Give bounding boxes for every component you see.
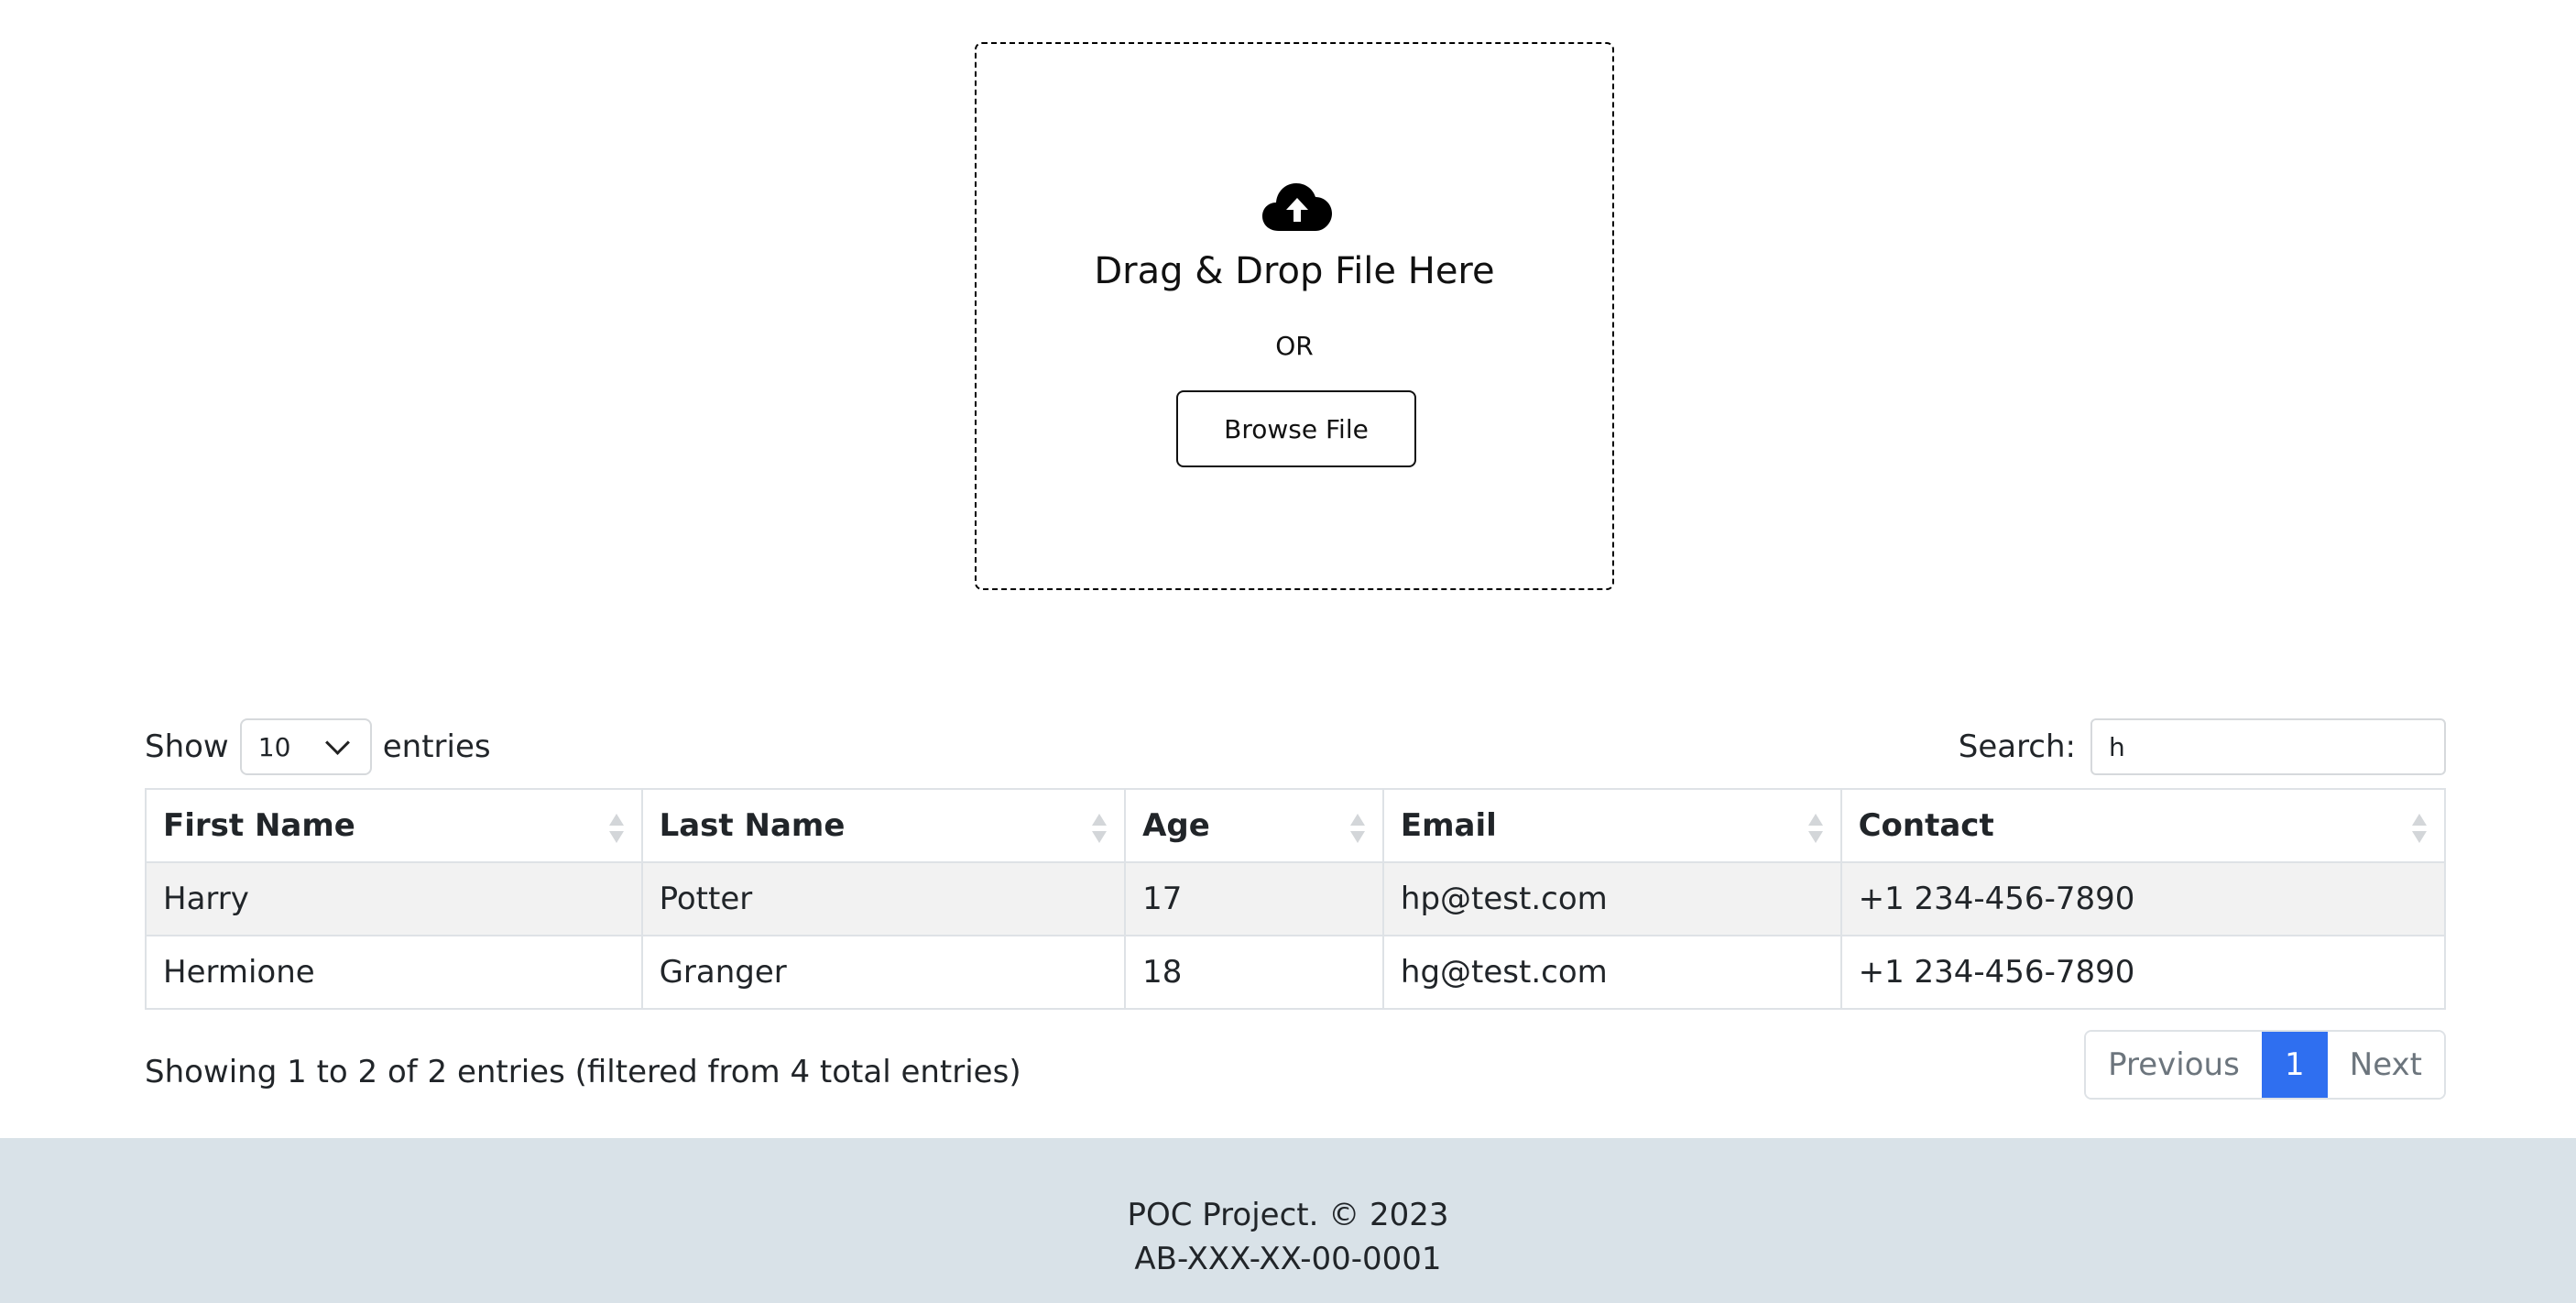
- column-header-label: Age: [1142, 807, 1210, 844]
- entries-label: entries: [382, 728, 491, 765]
- table-row: Harry Potter 17 hp@test.com +1 234-456-7…: [145, 861, 2447, 936]
- footer: POC Project. © 2023 AB-XXX-XX-00-0001: [0, 1138, 2576, 1303]
- sort-icon: [1092, 814, 1108, 843]
- cell-last-name: Granger: [640, 935, 1127, 1010]
- sort-icon: [2412, 814, 2427, 843]
- cell-contact: +1 234-456-7890: [1839, 935, 2447, 1010]
- dropzone-or-text: OR: [1275, 331, 1314, 361]
- search-input[interactable]: [2090, 718, 2446, 775]
- page-length-control: Show 10 entries: [145, 718, 491, 775]
- browse-file-button[interactable]: Browse File: [1176, 390, 1416, 467]
- column-header-email[interactable]: Email: [1381, 788, 1842, 863]
- cell-first-name: Harry: [145, 861, 643, 936]
- column-header-label: First Name: [163, 807, 355, 844]
- column-header-label: Email: [1400, 807, 1497, 844]
- sort-icon: [1349, 814, 1365, 843]
- next-page-button[interactable]: Next: [2327, 1032, 2444, 1098]
- table-row: Hermione Granger 18 hg@test.com +1 234-4…: [145, 935, 2447, 1010]
- dropzone-title: Drag & Drop File Here: [1094, 250, 1495, 292]
- cell-last-name: Potter: [640, 861, 1127, 936]
- search-label: Search:: [1958, 728, 2076, 765]
- column-header-label: Last Name: [659, 807, 846, 844]
- data-table: First Name Last Name Age Email Contact H…: [145, 788, 2447, 1010]
- footer-copyright: POC Project. © 2023: [1127, 1197, 1449, 1233]
- cell-email: hp@test.com: [1381, 861, 1842, 936]
- page: Drag & Drop File Here OR Browse File Sho…: [0, 0, 2576, 1303]
- page-length-select[interactable]: 10: [239, 718, 372, 775]
- chevron-down-icon: [324, 729, 350, 755]
- column-header-last-name[interactable]: Last Name: [640, 788, 1127, 863]
- pagination: Previous 1 Next: [2084, 1030, 2446, 1100]
- cell-first-name: Hermione: [145, 935, 643, 1010]
- column-header-label: Contact: [1858, 807, 1994, 844]
- table-header-row: First Name Last Name Age Email Contact: [145, 788, 2447, 863]
- column-header-age[interactable]: Age: [1124, 788, 1384, 863]
- cell-email: hg@test.com: [1381, 935, 1842, 1010]
- show-label: Show: [145, 728, 229, 765]
- sort-icon: [1807, 814, 1823, 843]
- column-header-first-name[interactable]: First Name: [145, 788, 643, 863]
- cell-age: 17: [1124, 861, 1384, 936]
- cell-contact: +1 234-456-7890: [1839, 861, 2447, 936]
- footer-code: AB-XXX-XX-00-0001: [1134, 1241, 1442, 1277]
- cell-age: 18: [1124, 935, 1384, 1010]
- table-search: Search:: [1959, 718, 2446, 775]
- table-info: Showing 1 to 2 of 2 entries (filtered fr…: [145, 1054, 1021, 1090]
- page-1-button[interactable]: 1: [2261, 1032, 2328, 1098]
- cloud-upload-icon: [1262, 183, 1332, 231]
- sort-icon: [608, 814, 624, 843]
- page-length-value: 10: [257, 731, 291, 762]
- file-dropzone[interactable]: Drag & Drop File Here OR Browse File: [975, 42, 1614, 590]
- column-header-contact[interactable]: Contact: [1839, 788, 2447, 863]
- previous-page-button[interactable]: Previous: [2086, 1032, 2262, 1098]
